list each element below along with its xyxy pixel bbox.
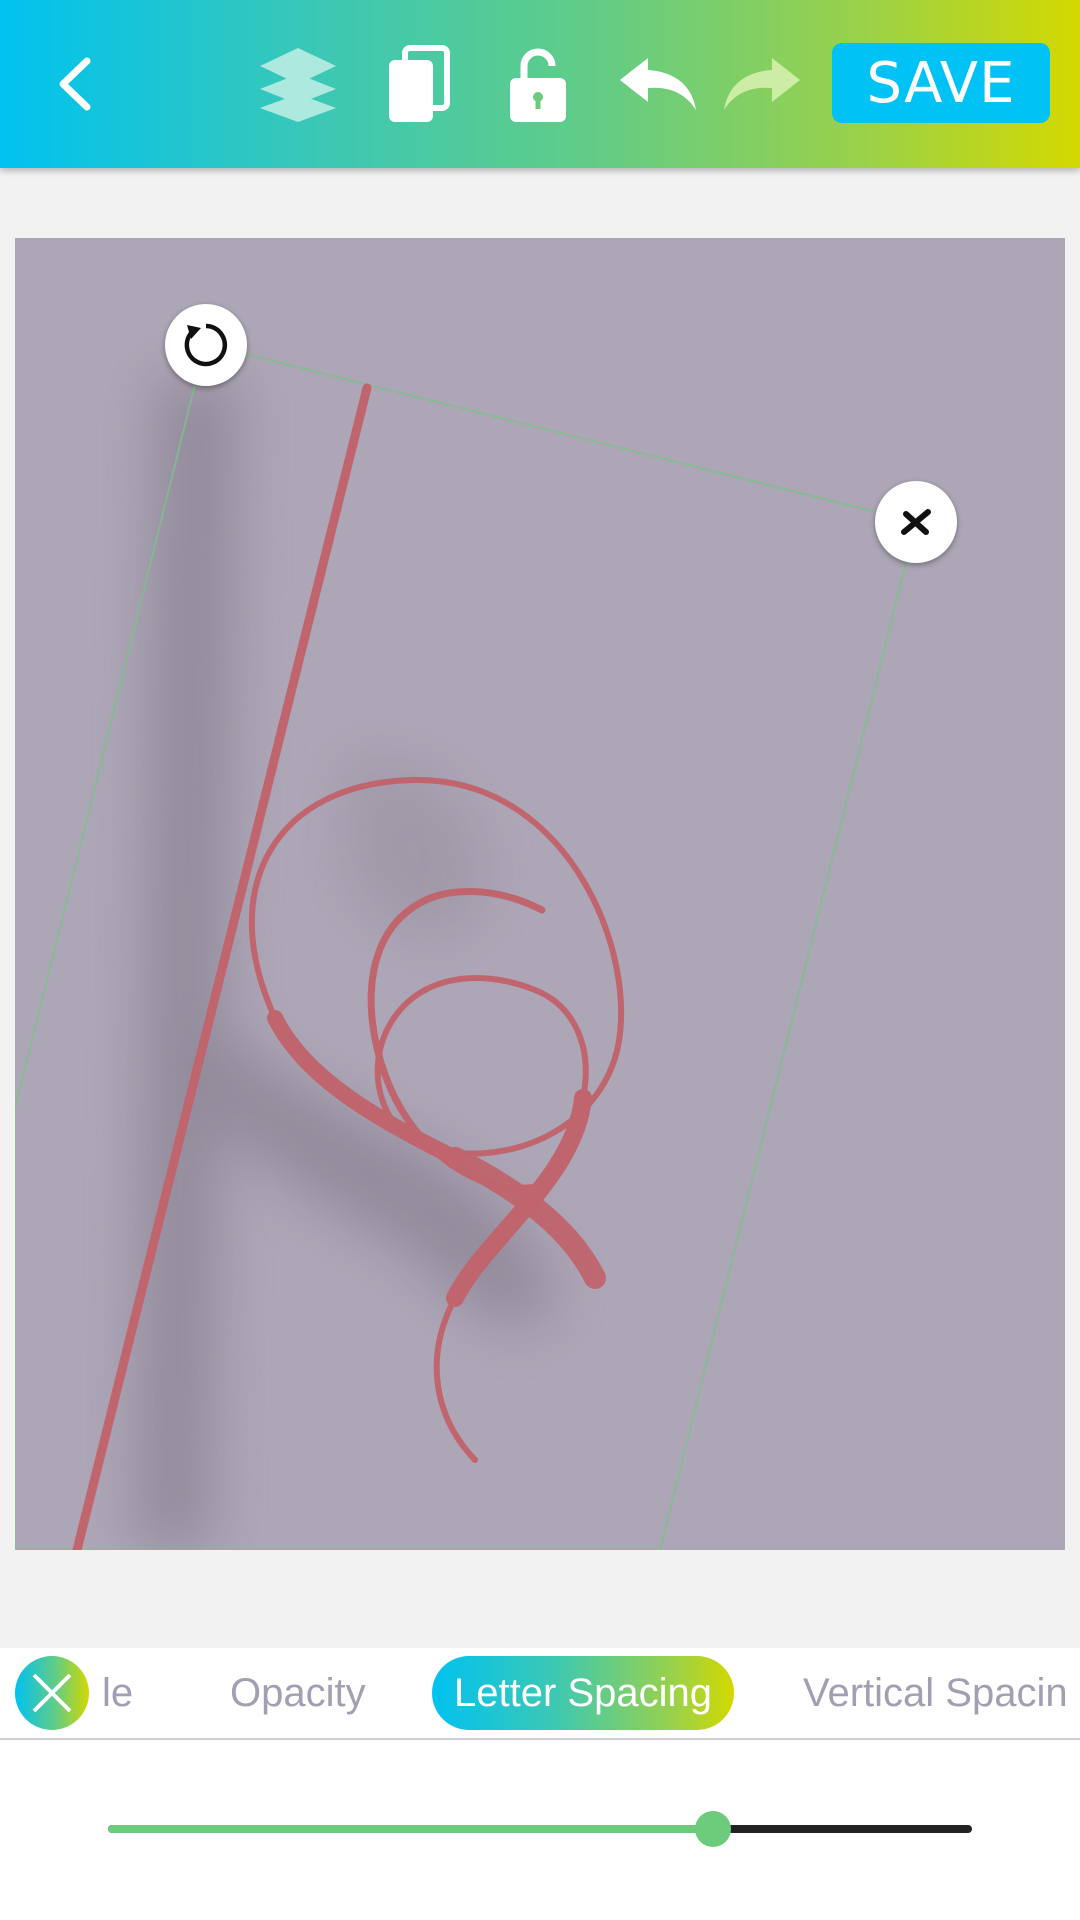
letter-spacing-slider[interactable] xyxy=(108,1811,972,1847)
redo-icon xyxy=(724,58,800,110)
rotate-icon xyxy=(184,323,228,367)
save-button[interactable]: SAVE xyxy=(832,43,1050,123)
back-icon xyxy=(59,57,91,111)
back-button[interactable] xyxy=(25,34,125,134)
delete-handle[interactable] xyxy=(875,481,957,563)
redo-button[interactable] xyxy=(712,34,812,134)
tab-letter-spacing[interactable]: Letter Spacing xyxy=(432,1656,734,1730)
undo-icon xyxy=(620,58,696,110)
tab-style[interactable]: le xyxy=(102,1656,133,1730)
undo-button[interactable] xyxy=(608,34,708,134)
top-toolbar: SAVE xyxy=(0,0,1080,168)
rotate-handle[interactable] xyxy=(165,304,247,386)
duplicate-button[interactable] xyxy=(368,34,468,134)
close-tabs-button[interactable] xyxy=(15,1656,89,1730)
layers-icon xyxy=(260,48,336,122)
canvas-artwork xyxy=(15,343,917,1550)
layers-button[interactable] xyxy=(248,34,348,134)
slider-thumb[interactable] xyxy=(694,1811,731,1847)
close-icon xyxy=(901,509,931,535)
lock-button[interactable] xyxy=(488,34,588,134)
duplicate-icon xyxy=(389,45,450,122)
tab-vertical-spacing[interactable]: Vertical Spacin xyxy=(803,1656,1068,1730)
unlock-icon xyxy=(510,48,566,122)
design-canvas[interactable] xyxy=(15,238,1065,1550)
close-icon xyxy=(32,1673,72,1713)
element-shadow xyxy=(135,378,555,1550)
slider-panel xyxy=(0,1740,1080,1920)
property-tabs: le Opacity Letter Spacing Vertical Spaci… xyxy=(0,1648,1080,1740)
tab-opacity[interactable]: Opacity xyxy=(230,1656,366,1730)
slider-fill xyxy=(108,1825,713,1833)
